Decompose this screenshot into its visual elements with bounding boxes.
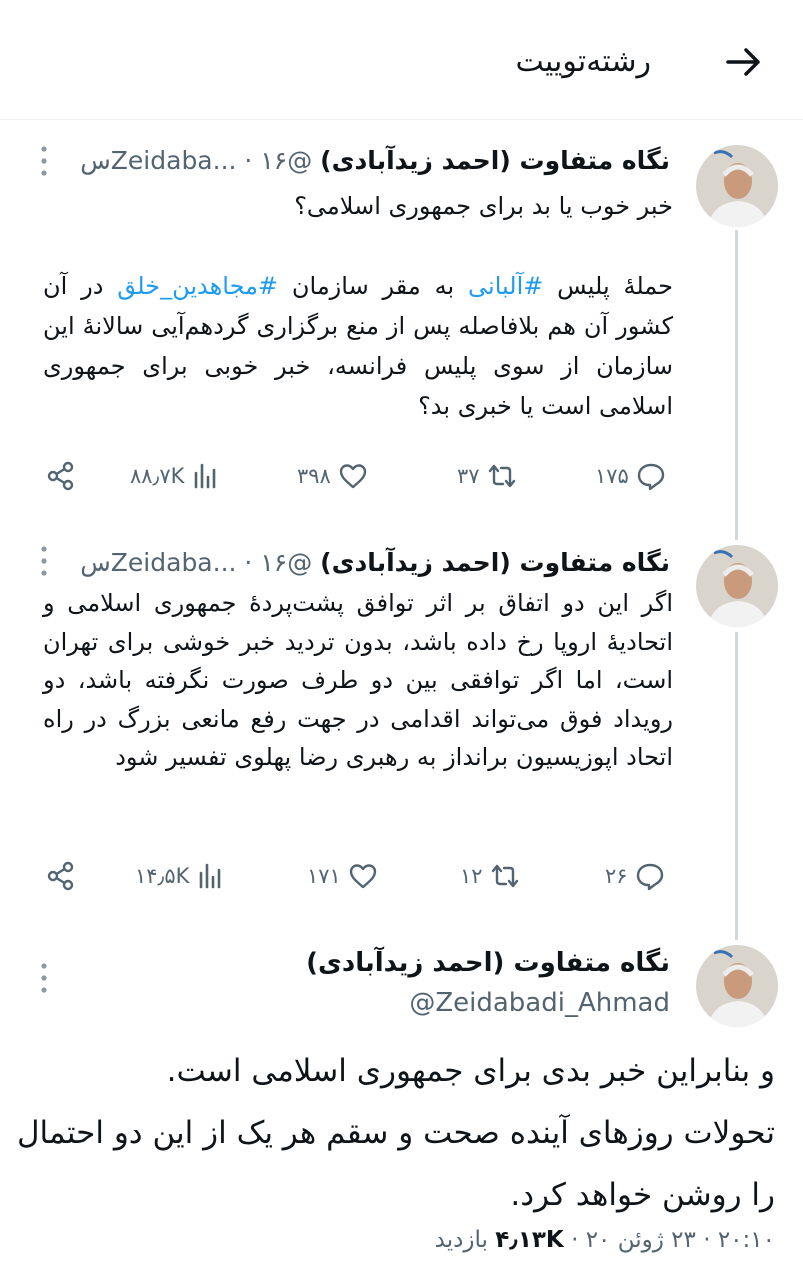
more-icon[interactable] bbox=[36, 960, 52, 996]
avatar[interactable] bbox=[696, 945, 778, 1027]
more-icon[interactable] bbox=[36, 543, 52, 579]
tweet-header: نگاه متفاوت (احمد زیدآبادی) @Zeidaba... … bbox=[80, 143, 670, 179]
views-count[interactable]: ۴٫۱۳K bbox=[495, 1227, 564, 1253]
thread-connector bbox=[735, 632, 738, 940]
retweet-icon bbox=[488, 464, 515, 488]
views-prefix: ۴ bbox=[495, 1227, 510, 1253]
separator-dot: · bbox=[571, 1227, 579, 1253]
thread-connector bbox=[735, 230, 738, 540]
share-icon bbox=[47, 461, 74, 491]
tweet-time[interactable]: ۲۰:۱۰ bbox=[718, 1227, 775, 1253]
retweet-button[interactable]: ۳۷ bbox=[457, 456, 518, 496]
retweet-count: ۳۷ bbox=[457, 464, 480, 488]
views-number: ۱۳K bbox=[517, 1227, 564, 1253]
tweet-text: و بنابراین خبر بدی برای جمهوری اسلامی اس… bbox=[15, 1040, 775, 1226]
tweet-header: نگاه متفاوت (احمد زیدآبادی) @Zeidaba... … bbox=[80, 545, 670, 581]
like-count: ۱۷۱ bbox=[307, 864, 341, 888]
share-icon bbox=[47, 861, 74, 891]
avatar[interactable] bbox=[696, 145, 778, 227]
tweet-line: و بنابراین خبر بدی برای جمهوری اسلامی اس… bbox=[166, 1053, 775, 1089]
arrow-right-icon[interactable] bbox=[722, 40, 766, 84]
analytics-icon bbox=[200, 863, 221, 889]
tweet-text: خبر خوب یا بد برای جمهوری اسلامی؟ حملهٔ … bbox=[43, 186, 673, 426]
heart-icon bbox=[339, 464, 367, 489]
more-icon[interactable] bbox=[36, 143, 52, 179]
separator-dot: · bbox=[703, 1227, 711, 1253]
analytics-icon bbox=[195, 463, 216, 489]
author-name[interactable]: نگاه متفاوت (احمد زیدآبادی) bbox=[306, 943, 670, 983]
like-button[interactable]: ۳۹۸ bbox=[297, 456, 369, 496]
share-button[interactable] bbox=[45, 456, 77, 496]
retweet-button[interactable]: ۱۲ bbox=[460, 856, 521, 896]
author-name[interactable]: نگاه متفاوت (احمد زیدآبادی) bbox=[320, 548, 670, 577]
share-button[interactable] bbox=[45, 856, 77, 896]
views-count: ۱۴٫۵K bbox=[135, 864, 190, 888]
text-fragment: به مقر سازمان bbox=[278, 272, 469, 300]
tweet-line: خبر خوب یا بد برای جمهوری اسلامی؟ bbox=[294, 192, 673, 220]
views-count: ۸۸٫۷K bbox=[130, 464, 185, 488]
reply-count: ۱۷۵ bbox=[595, 464, 629, 488]
hashtag-link[interactable]: #آلبانی bbox=[468, 272, 543, 300]
reply-icon bbox=[637, 463, 665, 491]
hashtag-link[interactable]: #مجاهدین_خلق bbox=[117, 272, 278, 300]
reply-button[interactable]: ۱۷۵ bbox=[595, 456, 667, 496]
views-label: بازدید bbox=[434, 1227, 488, 1253]
separator-dot: · bbox=[244, 548, 253, 577]
reply-button[interactable]: ۲۶ bbox=[605, 856, 666, 896]
like-count: ۳۹۸ bbox=[297, 464, 331, 488]
reply-icon bbox=[636, 863, 663, 891]
top-bar: رشته‌توییت bbox=[0, 0, 803, 120]
heart-icon bbox=[349, 864, 377, 889]
separator-dot: · bbox=[244, 146, 253, 175]
reply-count: ۲۶ bbox=[605, 864, 628, 888]
tweet-meta: ۲۰:۱۰ · ۲۳ ژوئن ۲۰ · ۴٫۱۳K بازدید bbox=[435, 1222, 775, 1258]
tweet-date[interactable]: ۲۳ ژوئن ۲۰ bbox=[586, 1227, 696, 1253]
like-button[interactable]: ۱۷۱ bbox=[307, 856, 379, 896]
author-name[interactable]: نگاه متفاوت (احمد زیدآبادی) bbox=[320, 146, 670, 175]
avatar[interactable] bbox=[696, 545, 778, 627]
retweet-icon bbox=[491, 864, 518, 888]
text-fragment: حملهٔ پلیس bbox=[543, 272, 674, 300]
views-button[interactable]: ۸۸٫۷K bbox=[130, 456, 222, 496]
views-button[interactable]: ۱۴٫۵K bbox=[135, 856, 227, 896]
tweet-text: اگر این دو اتفاق بر اثر توافق پشت‌پردهٔ … bbox=[43, 589, 673, 771]
tweet-paragraph: حملهٔ پلیس #آلبانی به مقر سازمان #مجاهدی… bbox=[43, 266, 673, 426]
tweet-actions: ۱۷۵ ۳۷ ۳۹۸ ۸۸٫۷K bbox=[45, 456, 685, 496]
page-title: رشته‌توییت bbox=[515, 44, 651, 79]
tweet-line: تحولات روزهای آینده صحت و سقم هر یک از ا… bbox=[16, 1115, 775, 1213]
author-handle[interactable]: @Zeidabadi_Ahmad bbox=[409, 983, 670, 1023]
tweet-actions: ۲۶ ۱۲ ۱۷۱ ۱۴٫۵K bbox=[45, 856, 685, 896]
retweet-count: ۱۲ bbox=[460, 864, 483, 888]
